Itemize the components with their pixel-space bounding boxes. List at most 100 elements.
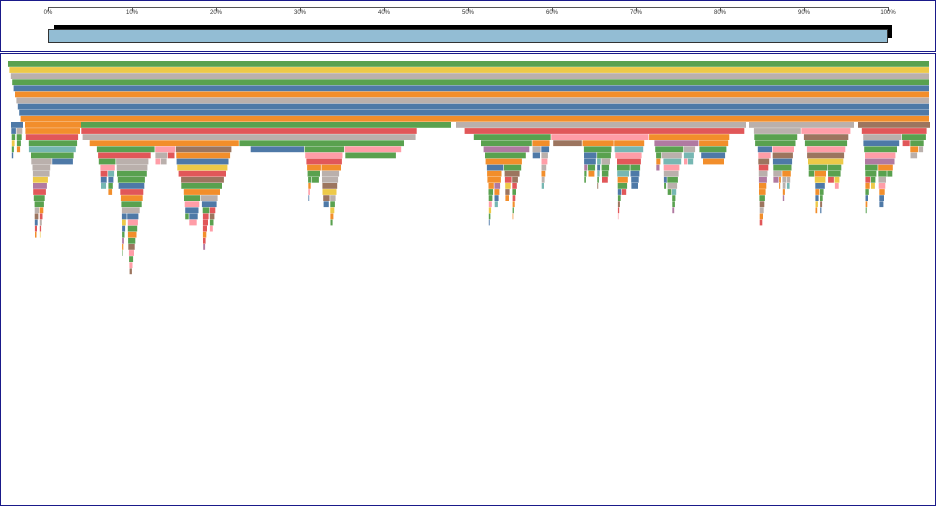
flame-frame[interactable]: [617, 213, 619, 220]
flame-frame[interactable]: [239, 140, 404, 147]
flame-frame[interactable]: [209, 213, 215, 220]
flame-frame[interactable]: [663, 170, 679, 177]
flame-frame[interactable]: [815, 195, 819, 201]
flame-frame[interactable]: [879, 201, 884, 208]
flame-frame[interactable]: [649, 134, 730, 140]
flame-frame[interactable]: [584, 176, 586, 183]
flame-frame[interactable]: [488, 219, 490, 226]
flame-frame[interactable]: [597, 152, 611, 159]
flame-frame[interactable]: [541, 164, 547, 171]
flame-frame[interactable]: [116, 158, 149, 165]
flame-frame[interactable]: [494, 189, 500, 195]
flame-frame[interactable]: [505, 195, 509, 201]
flame-frame[interactable]: [532, 152, 540, 159]
flame-frame[interactable]: [488, 213, 491, 220]
flame-frame[interactable]: [814, 170, 826, 177]
flame-frame[interactable]: [322, 183, 338, 189]
flame-frame[interactable]: [828, 170, 841, 177]
flame-frame[interactable]: [122, 231, 125, 238]
flame-frame[interactable]: [614, 140, 645, 147]
flame-frame[interactable]: [773, 170, 782, 177]
flame-frame[interactable]: [128, 244, 135, 250]
flame-frame[interactable]: [81, 122, 451, 128]
flame-frame[interactable]: [863, 134, 902, 140]
flame-frame[interactable]: [532, 140, 550, 147]
flame-frame[interactable]: [39, 225, 42, 232]
flame-frame[interactable]: [779, 183, 781, 189]
flame-frame[interactable]: [330, 195, 336, 201]
flame-frame[interactable]: [122, 244, 124, 250]
flame-frame[interactable]: [887, 170, 893, 177]
flame-frame[interactable]: [834, 183, 839, 189]
flame-frame[interactable]: [617, 158, 641, 165]
flame-frame[interactable]: [16, 97, 929, 104]
flame-frame[interactable]: [323, 201, 329, 208]
flame-frame[interactable]: [100, 164, 115, 171]
flame-frame[interactable]: [34, 219, 38, 226]
flame-frame[interactable]: [487, 176, 501, 183]
flame-frame[interactable]: [878, 170, 887, 177]
flame-frame[interactable]: [757, 146, 772, 153]
flame-frame[interactable]: [870, 176, 876, 183]
flame-frame[interactable]: [878, 164, 893, 171]
flame-frame[interactable]: [33, 189, 46, 195]
flame-frame[interactable]: [155, 158, 161, 165]
flame-frame[interactable]: [52, 158, 73, 165]
flame-frame[interactable]: [176, 152, 231, 159]
flame-frame[interactable]: [122, 225, 126, 232]
flame-frame[interactable]: [307, 164, 321, 171]
flame-frame[interactable]: [820, 201, 823, 208]
flame-frame[interactable]: [878, 183, 886, 189]
flame-frame[interactable]: [910, 146, 919, 153]
flame-frame[interactable]: [308, 176, 312, 183]
flame-frame[interactable]: [654, 140, 699, 147]
flame-frame[interactable]: [486, 164, 504, 171]
flame-frame[interactable]: [323, 195, 330, 201]
flame-frame[interactable]: [687, 158, 694, 165]
flame-frame[interactable]: [456, 122, 746, 128]
flame-frame[interactable]: [865, 207, 867, 214]
flame-frame[interactable]: [11, 152, 14, 159]
flame-frame[interactable]: [39, 219, 42, 226]
flame-frame[interactable]: [808, 164, 827, 171]
flame-frame[interactable]: [703, 158, 724, 165]
flame-frame[interactable]: [127, 225, 138, 232]
flame-frame[interactable]: [910, 140, 924, 147]
flame-frame[interactable]: [753, 128, 801, 134]
flame-frame[interactable]: [185, 207, 199, 214]
flame-frame[interactable]: [655, 146, 684, 153]
flame-frame[interactable]: [129, 268, 132, 275]
flame-frame[interactable]: [100, 176, 107, 183]
flame-frame[interactable]: [16, 128, 23, 134]
flame-frame[interactable]: [663, 158, 682, 165]
flame-frame[interactable]: [582, 140, 614, 147]
flame-frame[interactable]: [89, 140, 239, 147]
flame-frame[interactable]: [504, 176, 512, 183]
flame-frame[interactable]: [488, 207, 492, 214]
flame-frame[interactable]: [181, 183, 222, 189]
flame-frame[interactable]: [481, 140, 532, 147]
flame-frame[interactable]: [11, 140, 15, 147]
flame-frame[interactable]: [121, 207, 140, 214]
flame-frame[interactable]: [512, 195, 516, 201]
flame-frame[interactable]: [306, 158, 342, 165]
flame-frame[interactable]: [10, 73, 930, 79]
flame-frame[interactable]: [918, 146, 924, 153]
flame-frame[interactable]: [808, 158, 844, 165]
flame-frame[interactable]: [183, 189, 220, 195]
flame-frame[interactable]: [488, 183, 494, 189]
flame-frame[interactable]: [202, 225, 207, 232]
flame-frame[interactable]: [755, 140, 796, 147]
flame-frame[interactable]: [16, 140, 21, 147]
flame-frame[interactable]: [473, 134, 551, 140]
flame-frame[interactable]: [617, 176, 628, 183]
flame-frame[interactable]: [871, 183, 875, 189]
flame-frame[interactable]: [32, 170, 50, 177]
flame-frame[interactable]: [532, 146, 541, 153]
flame-frame[interactable]: [672, 201, 675, 208]
flame-frame[interactable]: [683, 152, 694, 159]
flame-frame[interactable]: [803, 134, 849, 140]
flame-frame[interactable]: [865, 164, 878, 171]
flame-frame[interactable]: [879, 195, 884, 201]
flame-frame[interactable]: [759, 207, 764, 214]
